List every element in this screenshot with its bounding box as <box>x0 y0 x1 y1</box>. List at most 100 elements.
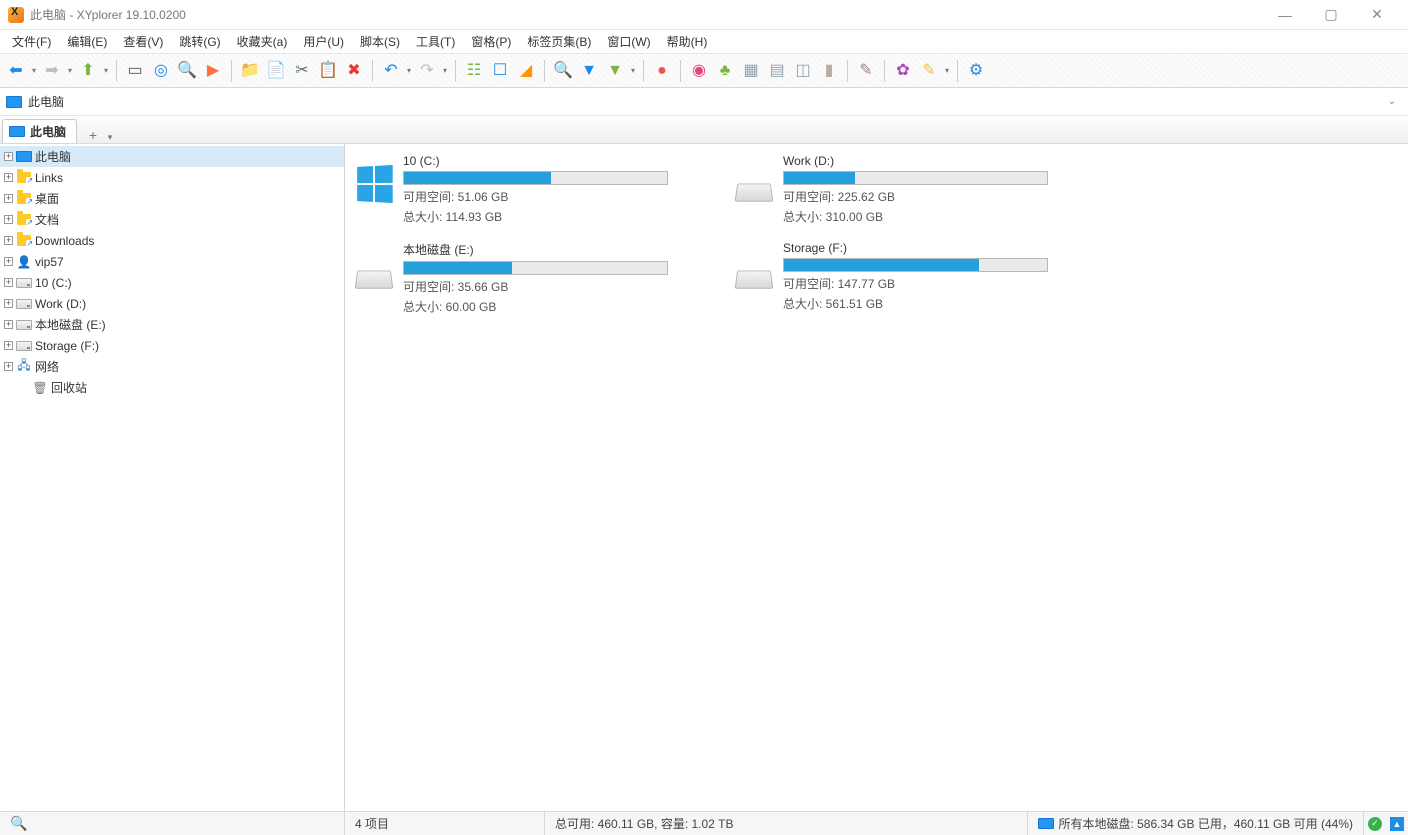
search-icon[interactable]: 🔍 <box>175 59 199 83</box>
tree-node-8[interactable]: +本地磁盘 (E:) <box>0 314 344 335</box>
pencil-icon[interactable]: ✎ <box>917 59 941 83</box>
filter-icon[interactable]: ▼ <box>577 59 601 83</box>
new-tab-button[interactable]: + <box>83 127 103 143</box>
tree-icon[interactable]: ☷ <box>462 59 486 83</box>
menu-2[interactable]: 查看(V) <box>115 31 171 52</box>
tree-node-4[interactable]: +Downloads <box>0 230 344 251</box>
tab-menu-button[interactable]: ▾ <box>103 132 117 143</box>
menu-3[interactable]: 跳转(G) <box>171 31 228 52</box>
address-dropdown-icon[interactable]: ⌄ <box>1382 96 1402 107</box>
tree-node-2[interactable]: +桌面 <box>0 188 344 209</box>
tree-node-3[interactable]: +文档 <box>0 209 344 230</box>
menu-0[interactable]: 文件(F) <box>4 31 59 52</box>
filter2-icon[interactable]: ▼ <box>603 59 627 83</box>
tab-this-pc[interactable]: 此电脑 <box>2 119 77 143</box>
tab-label: 此电脑 <box>30 123 66 140</box>
expand-icon[interactable]: + <box>4 236 13 245</box>
tree-node-5[interactable]: +👤vip57 <box>0 251 344 272</box>
tree-node-9[interactable]: +Storage (F:) <box>0 335 344 356</box>
up-icon[interactable]: ⬆ <box>76 59 100 83</box>
tree-node-6[interactable]: +10 (C:) <box>0 272 344 293</box>
paste-icon[interactable]: 📋 <box>316 59 340 83</box>
delete-icon[interactable]: ✖ <box>342 59 366 83</box>
expand-icon[interactable]: + <box>4 362 13 371</box>
new-folder-icon[interactable]: 📁 <box>238 59 262 83</box>
folder-tree[interactable]: +此电脑+Links+桌面+文档+Downloads+👤vip57+10 (C:… <box>0 144 345 811</box>
close-button[interactable]: ✕ <box>1354 0 1400 30</box>
drive-item-0[interactable]: 10 (C:)可用空间: 51.06 GB总大小: 114.93 GB <box>353 154 673 225</box>
tree-node-11[interactable]: 🗑回收站 <box>0 377 344 398</box>
undo-icon-dropdown[interactable]: ▾ <box>405 66 413 75</box>
filter2-icon-dropdown[interactable]: ▾ <box>629 66 637 75</box>
menu-6[interactable]: 脚本(S) <box>352 31 408 52</box>
expand-icon[interactable]: + <box>4 257 13 266</box>
brush-icon[interactable]: ✎ <box>854 59 878 83</box>
find-icon[interactable]: 🔍 <box>551 59 575 83</box>
pizza-icon[interactable]: ◢ <box>514 59 538 83</box>
play-icon[interactable]: ▶ <box>201 59 225 83</box>
status-ok[interactable]: ✓ <box>1364 812 1386 835</box>
expand-icon[interactable]: + <box>4 320 13 329</box>
drive-item-1[interactable]: Work (D:) 可用空间: 225.62 GB 总大小: 310.00 GB <box>733 154 1053 225</box>
pie-icon[interactable]: ● <box>650 59 674 83</box>
redo-icon-dropdown[interactable]: ▾ <box>441 66 449 75</box>
drive-name: Work (D:) <box>783 154 1053 168</box>
expand-icon[interactable]: + <box>4 278 13 287</box>
expand-icon[interactable]: + <box>4 299 13 308</box>
maximize-button[interactable]: ▢ <box>1308 0 1354 30</box>
status-search[interactable]: 🔍 <box>0 812 345 835</box>
gear-icon[interactable]: ⚙ <box>964 59 988 83</box>
menu-4[interactable]: 收藏夹(a) <box>229 31 296 52</box>
check-icon: ✓ <box>1368 817 1382 831</box>
select-icon[interactable]: ☐ <box>488 59 512 83</box>
redo-icon[interactable]: ↷ <box>415 59 439 83</box>
expand-icon[interactable]: + <box>4 215 13 224</box>
tree-node-1[interactable]: +Links <box>0 167 344 188</box>
up-icon-dropdown[interactable]: ▾ <box>102 66 110 75</box>
menu-10[interactable]: 窗口(W) <box>599 31 658 52</box>
menu-8[interactable]: 窗格(P) <box>463 31 519 52</box>
target-icon[interactable]: ◎ <box>149 59 173 83</box>
column-icon[interactable]: ▮ <box>817 59 841 83</box>
expand-icon[interactable]: + <box>4 341 13 350</box>
drive-item-3[interactable]: Storage (F:)可用空间: 147.77 GB总大小: 561.51 G… <box>733 241 1053 315</box>
menu-7[interactable]: 工具(T) <box>408 31 463 52</box>
status-sync[interactable]: ▲ <box>1386 812 1408 835</box>
undo-icon[interactable]: ↶ <box>379 59 403 83</box>
minimize-button[interactable]: — <box>1262 0 1308 30</box>
monitor-icon[interactable]: ▭ <box>123 59 147 83</box>
menu-9[interactable]: 标签页集(B) <box>519 31 599 52</box>
cut-icon[interactable]: ✂ <box>290 59 314 83</box>
drive-free: 可用空间: 35.66 GB <box>403 278 673 295</box>
tree-node-10[interactable]: +🖧网络 <box>0 356 344 377</box>
spiral-icon[interactable]: ◉ <box>687 59 711 83</box>
forward-icon-dropdown[interactable]: ▾ <box>66 66 74 75</box>
usage-bar <box>783 258 1048 272</box>
menu-11[interactable]: 帮助(H) <box>659 31 716 52</box>
forward-icon[interactable]: ➡ <box>40 59 64 83</box>
drive-free: 可用空间: 225.62 GB <box>783 188 1053 205</box>
separator <box>231 60 232 82</box>
expand-icon[interactable]: + <box>4 194 13 203</box>
expand-icon[interactable]: + <box>4 152 13 161</box>
split-icon[interactable]: ◫ <box>791 59 815 83</box>
calendar-icon[interactable]: ▤ <box>765 59 789 83</box>
flower-icon[interactable]: ✿ <box>891 59 915 83</box>
drive-total: 总大小: 310.00 GB <box>783 208 1053 225</box>
status-items: 4 项目 <box>345 812 545 835</box>
addressbar[interactable]: 此电脑 ⌄ <box>0 88 1408 116</box>
pencil-icon-dropdown[interactable]: ▾ <box>943 66 951 75</box>
menu-1[interactable]: 编辑(E) <box>59 31 115 52</box>
drive-item-2[interactable]: 本地磁盘 (E:)可用空间: 35.66 GB总大小: 60.00 GB <box>353 241 673 315</box>
copy-icon[interactable]: 📄 <box>264 59 288 83</box>
expand-icon[interactable]: + <box>4 173 13 182</box>
back-icon[interactable]: ⬅ <box>4 59 28 83</box>
menu-5[interactable]: 用户(U) <box>295 31 352 52</box>
tree-node-7[interactable]: +Work (D:) <box>0 293 344 314</box>
grid-icon[interactable]: ▦ <box>739 59 763 83</box>
android-icon[interactable]: ♣ <box>713 59 737 83</box>
back-icon-dropdown[interactable]: ▾ <box>30 66 38 75</box>
content-pane[interactable]: 10 (C:)可用空间: 51.06 GB总大小: 114.93 GB Work … <box>345 144 1408 811</box>
tree-node-0[interactable]: +此电脑 <box>0 146 344 167</box>
drive-total: 总大小: 561.51 GB <box>783 295 1053 312</box>
